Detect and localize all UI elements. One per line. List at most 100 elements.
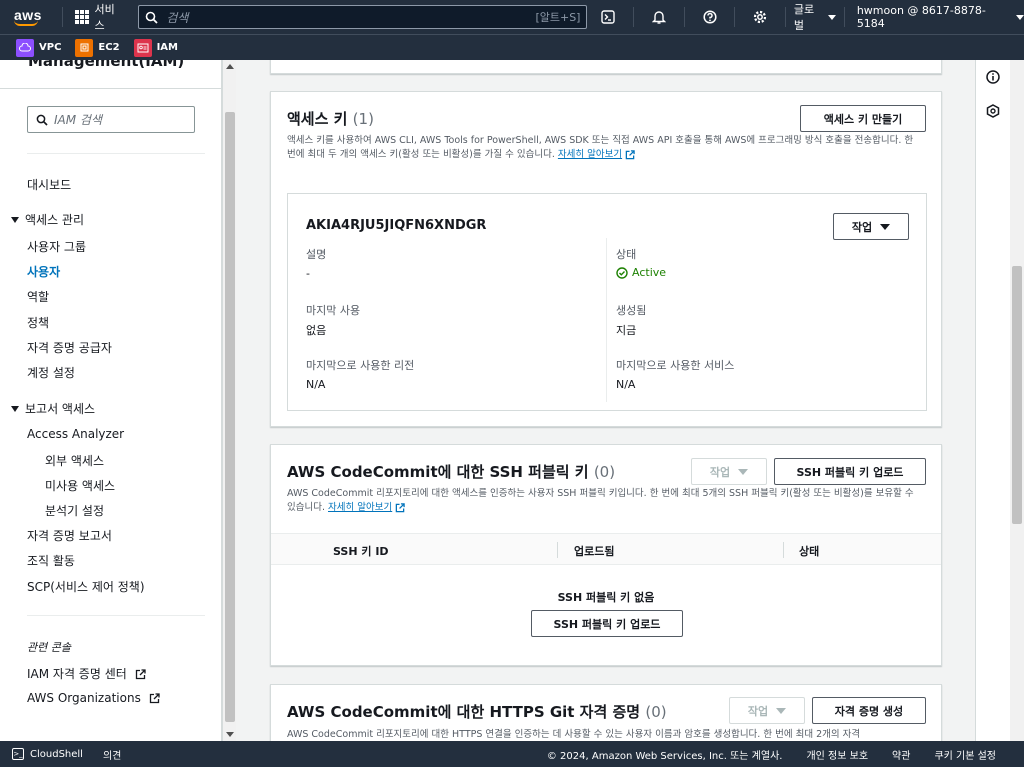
sidebar-item-users[interactable]: 사용자 xyxy=(27,263,60,280)
sidebar-item-identity-providers[interactable]: 자격 증명 공급자 xyxy=(27,339,112,356)
column-uploaded[interactable]: 업로드됨 xyxy=(574,543,614,559)
created-label: 생성됨 xyxy=(616,304,647,317)
sidebar-group-access-reports[interactable]: 보고서 액세스 xyxy=(11,400,95,417)
sidebar-item-analyzer-settings[interactable]: 분석기 설정 xyxy=(45,502,104,519)
hexagon-status-icon[interactable] xyxy=(986,104,1000,118)
main-scrollbar[interactable] xyxy=(1010,60,1024,741)
caret-down-icon xyxy=(880,223,891,230)
column-ssh-key-id[interactable]: SSH 키 ID xyxy=(333,543,389,559)
scroll-down-arrow-icon[interactable] xyxy=(226,732,234,737)
cloudshell-label: CloudShell xyxy=(30,748,83,760)
last-service-label: 마지막으로 사용한 서비스 xyxy=(616,359,735,372)
external-link-icon xyxy=(135,669,146,680)
access-key-detail-box: AKIA4RJU5JIQFN6XNDGR 작업 설명 - 상태 Active 마… xyxy=(287,193,927,411)
sidebar-item-policies[interactable]: 정책 xyxy=(27,314,49,331)
sidebar-item-access-analyzer[interactable]: Access Analyzer xyxy=(27,427,124,441)
sidebar-item-unused-access[interactable]: 미사용 액세스 xyxy=(45,477,115,494)
access-key-actions-button[interactable]: 작업 xyxy=(833,213,909,240)
last-used-value: 없음 xyxy=(306,324,327,337)
cloudshell-footer-button[interactable]: >_ CloudShell xyxy=(12,748,83,760)
https-git-description: AWS CodeCommit 리포지토리에 대한 HTTPS 연결을 인증하는 … xyxy=(287,729,861,740)
https-git-title-text: AWS CodeCommit에 대한 HTTPS Git 자격 증명 xyxy=(287,703,641,721)
service-shortcut-bar: VPC EC2 IAM xyxy=(0,34,1024,60)
shortcut-vpc-label: VPC xyxy=(39,42,62,53)
region-selector[interactable]: 글로벌 xyxy=(794,1,836,33)
sidebar-item-user-groups[interactable]: 사용자 그룹 xyxy=(27,238,86,255)
sidebar-group-access-management[interactable]: 액세스 관리 xyxy=(11,211,84,228)
sidebar-scrollbar[interactable] xyxy=(222,60,236,741)
nav-divider xyxy=(633,7,635,27)
account-menu[interactable]: hwmoon @ 8617-8878-5184 xyxy=(857,4,1024,30)
sidebar-item-scp[interactable]: SCP(서비스 제어 정책) xyxy=(27,578,145,595)
shortcut-iam[interactable]: IAM xyxy=(133,38,178,57)
nav-divider xyxy=(843,7,845,27)
nav-divider xyxy=(734,7,736,27)
column-divider xyxy=(557,542,558,558)
column-divider xyxy=(606,238,607,402)
generate-credentials-button[interactable]: 자격 증명 생성 xyxy=(812,697,926,724)
sidebar-item-dashboard[interactable]: 대시보드 xyxy=(27,176,71,193)
shortcut-ec2[interactable]: EC2 xyxy=(75,38,120,57)
help-icon xyxy=(702,10,717,24)
empty-upload-ssh-key-button[interactable]: SSH 퍼블릭 키 업로드 xyxy=(531,610,683,637)
gear-icon xyxy=(754,10,767,24)
cloudshell-button[interactable] xyxy=(591,0,625,34)
create-access-key-button[interactable]: 액세스 키 만들기 xyxy=(800,105,926,132)
iam-search-placeholder: IAM 검색 xyxy=(54,113,102,127)
top-navigation: aws 서비스 검색 [알트+S] 글로벌 hwmoon @ 8617-8878… xyxy=(0,0,1024,34)
https-git-actions-button[interactable]: 작업 xyxy=(729,697,805,724)
sidebar-item-credential-report[interactable]: 자격 증명 보고서 xyxy=(27,527,112,544)
sidebar-item-external-access[interactable]: 외부 액세스 xyxy=(45,452,104,469)
last-used-label: 마지막 사용 xyxy=(306,304,361,317)
actions-label: 작업 xyxy=(851,220,873,234)
aws-logo[interactable]: aws xyxy=(14,8,54,26)
external-link-icon xyxy=(395,502,405,512)
sidebar-item-account-settings[interactable]: 계정 설정 xyxy=(27,364,75,381)
https-git-title: AWS CodeCommit에 대한 HTTPS Git 자격 증명 (0) xyxy=(287,701,667,722)
services-menu-button[interactable]: 서비스 xyxy=(74,1,125,33)
cloudshell-icon xyxy=(601,10,615,24)
ssh-actions-button[interactable]: 작업 xyxy=(691,458,767,485)
privacy-link[interactable]: 개인 정보 보호 xyxy=(806,747,868,762)
ssh-keys-description: AWS CodeCommit 리포지토리에 대한 액세스를 인증하는 사용자 S… xyxy=(287,487,923,515)
access-keys-title-text: 액세스 키 xyxy=(287,110,348,128)
global-search-input[interactable]: 검색 [알트+S] xyxy=(138,5,588,29)
nav-divider xyxy=(784,7,786,27)
search-shortcut: [알트+S] xyxy=(535,11,581,24)
last-region-label: 마지막으로 사용한 리전 xyxy=(306,359,415,372)
upload-ssh-key-button[interactable]: SSH 퍼블릭 키 업로드 xyxy=(774,458,926,485)
settings-button[interactable] xyxy=(743,0,777,34)
status-badge: Active xyxy=(616,266,666,279)
link-aws-organizations[interactable]: AWS Organizations xyxy=(27,691,160,705)
sidebar-divider xyxy=(27,153,205,154)
scroll-up-arrow-icon[interactable] xyxy=(226,64,234,69)
terms-link[interactable]: 약관 xyxy=(892,747,910,762)
cookie-preferences-link[interactable]: 쿠키 기본 설정 xyxy=(934,747,996,762)
sidebar-item-organization-activity[interactable]: 조직 활동 xyxy=(27,552,75,569)
help-button[interactable] xyxy=(693,0,727,34)
region-label: 글로벌 xyxy=(793,3,815,32)
access-key-id: AKIA4RJU5JIQFN6XNDGR xyxy=(306,218,487,233)
info-icon[interactable] xyxy=(986,70,1000,84)
shortcut-vpc[interactable]: VPC xyxy=(16,38,62,57)
sidebar-scrollbar-thumb[interactable] xyxy=(225,112,235,722)
link-iam-identity-center[interactable]: IAM 자격 증명 센터 xyxy=(27,665,146,682)
search-icon xyxy=(36,114,48,126)
aws-smile-icon xyxy=(14,20,38,26)
shortcut-iam-label: IAM xyxy=(156,42,178,53)
notifications-button[interactable] xyxy=(642,0,676,34)
search-icon xyxy=(146,11,158,24)
feedback-link[interactable]: 의견 xyxy=(103,747,121,762)
sidebar-item-roles[interactable]: 역할 xyxy=(27,288,49,305)
learn-more-link[interactable]: 자세히 알아보기 xyxy=(558,149,622,160)
sidebar-group-label: 액세스 관리 xyxy=(25,213,85,227)
column-status[interactable]: 상태 xyxy=(799,543,819,559)
external-link-icon xyxy=(149,693,160,704)
column-divider xyxy=(783,542,784,558)
learn-more-link[interactable]: 자세히 알아보기 xyxy=(328,502,392,513)
iam-search-input[interactable]: IAM 검색 xyxy=(27,106,195,133)
last-service-value: N/A xyxy=(616,378,636,391)
main-scrollbar-thumb[interactable] xyxy=(1012,266,1022,524)
vpc-icon xyxy=(16,38,34,57)
ssh-keys-count: (0) xyxy=(593,463,616,481)
